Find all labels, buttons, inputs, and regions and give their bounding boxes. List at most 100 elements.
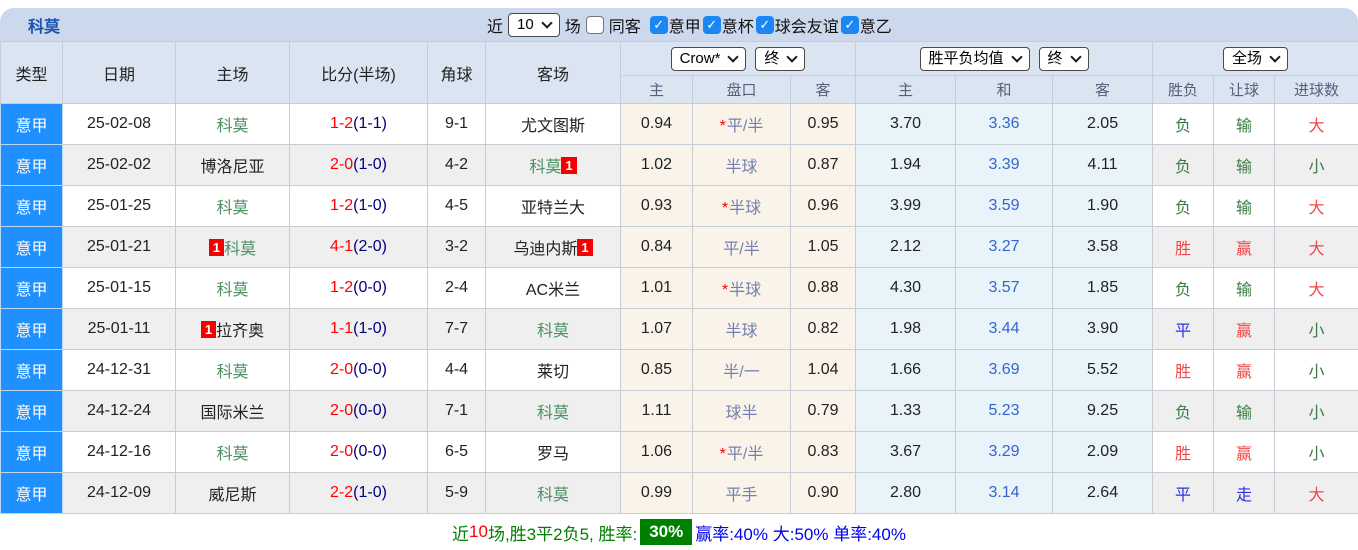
home-team-name: 科莫: [216, 118, 248, 135]
date-cell: 24-12-31: [63, 350, 176, 391]
avg-time-select[interactable]: 终: [1039, 47, 1089, 71]
corners-cell: 9-1: [428, 104, 486, 145]
result-cell: 胜: [1153, 350, 1214, 391]
league-label: 意乙: [860, 13, 892, 37]
fulltime-score: 2-2: [330, 484, 353, 501]
matches-label: 场: [565, 13, 581, 37]
halftime-score: (1-0): [353, 320, 387, 337]
score-cell: 2-0(0-0): [290, 432, 428, 473]
table-row: 意甲24-12-16科莫2-0(0-0)6-5罗马1.06*平/半0.833.6…: [1, 432, 1358, 473]
corners-cell: 6-5: [428, 432, 486, 473]
col-header-date: 日期: [63, 42, 176, 104]
away-team-cell: 莱切: [486, 350, 621, 391]
handicap-text: 半球: [729, 200, 761, 217]
table-body: 意甲25-02-08科莫1-2(1-1)9-1尤文图斯0.94*平/半0.953…: [1, 104, 1358, 514]
summary-segment-badge: 30%: [640, 519, 692, 545]
away-team-cell: 尤文图斯: [486, 104, 621, 145]
odds-time-select[interactable]: 终: [755, 47, 805, 71]
goals-result-cell: 小: [1275, 350, 1358, 391]
avg-draw-cell: 3.14: [956, 473, 1053, 514]
score-cell: 2-0(1-0): [290, 145, 428, 186]
league-cell: 意甲: [1, 350, 63, 391]
home-team-cell: 国际米兰: [176, 391, 290, 432]
halftime-score: (0-0): [353, 361, 387, 378]
avg-home-cell: 4.30: [856, 268, 956, 309]
odds-away-cell: 0.79: [791, 391, 856, 432]
league-cell: 意甲: [1, 432, 63, 473]
fulltime-score: 4-1: [330, 238, 353, 255]
handicap-result-cell: 赢: [1214, 432, 1275, 473]
col-header-corner: 角球: [428, 42, 486, 104]
table-row: 意甲25-01-15科莫1-2(0-0)2-4AC米兰1.01*半球0.884.…: [1, 268, 1358, 309]
home-team-cell: 博洛尼亚: [176, 145, 290, 186]
halftime-score: (2-0): [353, 238, 387, 255]
handicap-star: *: [722, 282, 728, 299]
handicap-result-cell: 输: [1214, 391, 1275, 432]
summary-segment-blue: 赢率:40% 大:50% 单率:40%: [695, 520, 906, 545]
odds-away-cell: 0.83: [791, 432, 856, 473]
league-label: 意杯: [722, 13, 754, 37]
handicap-text: 平/半: [723, 241, 759, 258]
red-card-badge: 1: [209, 239, 224, 256]
summary-footer: 近10场,胜3平2负5, 胜率:30%赢率:40% 大:50% 单率:40%: [0, 514, 1358, 550]
filter-controls: 近 10 场 同客 ✓意甲✓意杯✓球会友谊✓意乙: [487, 8, 899, 41]
handicap-cell: *平/半: [693, 432, 791, 473]
away-team-cell: 科莫1: [486, 145, 621, 186]
fulltime-score: 1-2: [330, 279, 353, 296]
goals-result-cell: 小: [1275, 432, 1358, 473]
near-label: 近: [487, 13, 503, 37]
bookmaker-select-value: Crow*: [680, 50, 721, 68]
league-cell: 意甲: [1, 268, 63, 309]
table-row: 意甲24-12-31科莫2-0(0-0)4-4莱切0.85半/一1.041.66…: [1, 350, 1358, 391]
league-checkbox[interactable]: ✓: [703, 16, 721, 34]
recent-matches-select[interactable]: 10: [508, 13, 560, 37]
odds-home-cell: 1.06: [621, 432, 693, 473]
goals-result-cell: 小: [1275, 309, 1358, 350]
summary-segment-red: 10: [469, 522, 488, 542]
handicap-result-cell: 输: [1214, 186, 1275, 227]
odds-home-cell: 1.07: [621, 309, 693, 350]
avg-away-cell: 2.05: [1053, 104, 1153, 145]
recent-matches-value: 10: [517, 16, 534, 34]
same-opponent-checkbox[interactable]: [586, 16, 604, 34]
fulltime-score: 1-2: [330, 197, 353, 214]
result-cell: 平: [1153, 473, 1214, 514]
away-team-name: 科莫: [529, 159, 561, 176]
away-team-name: 罗马: [537, 446, 569, 463]
goals-result-cell: 大: [1275, 473, 1358, 514]
league-checkbox[interactable]: ✓: [756, 16, 774, 34]
avg-home-cell: 1.66: [856, 350, 956, 391]
odds-time-select-value: 终: [764, 50, 779, 68]
home-team-name: 博洛尼亚: [200, 159, 264, 176]
goals-result-cell: 大: [1275, 104, 1358, 145]
odds-home-cell: 0.85: [621, 350, 693, 391]
bookmaker-select[interactable]: Crow*: [671, 47, 747, 71]
result-cell: 负: [1153, 145, 1214, 186]
table-row: 意甲25-02-02博洛尼亚2-0(1-0)4-2科莫11.02半球0.871.…: [1, 145, 1358, 186]
corners-cell: 3-2: [428, 227, 486, 268]
avg-type-select[interactable]: 胜平负均值: [920, 47, 1030, 71]
halftime-score: (1-1): [353, 115, 387, 132]
handicap-result-cell: 走: [1214, 473, 1275, 514]
odds-home-cell: 0.93: [621, 186, 693, 227]
avg-draw-cell: 3.59: [956, 186, 1053, 227]
table-row: 意甲24-12-09威尼斯2-2(1-0)5-9科莫0.99平手0.902.80…: [1, 473, 1358, 514]
league-checkbox[interactable]: ✓: [650, 16, 668, 34]
avg-away-cell: 3.58: [1053, 227, 1153, 268]
away-team-name: 科莫: [537, 487, 569, 504]
result-group-header: 全场: [1153, 42, 1358, 76]
score-cell: 2-0(0-0): [290, 350, 428, 391]
handicap-text: 平/半: [727, 118, 763, 135]
avg-draw-cell: 3.36: [956, 104, 1053, 145]
avg-home-cell: 1.94: [856, 145, 956, 186]
league-checkbox[interactable]: ✓: [841, 16, 859, 34]
odds-home-cell: 1.11: [621, 391, 693, 432]
avg-home-cell: 3.67: [856, 432, 956, 473]
handicap-text: 半球: [725, 159, 757, 176]
odds-home-cell: 0.99: [621, 473, 693, 514]
odds-away-cell: 0.95: [791, 104, 856, 145]
period-select[interactable]: 全场: [1223, 47, 1288, 71]
handicap-cell: 球半: [693, 391, 791, 432]
avg-draw-cell: 3.57: [956, 268, 1053, 309]
home-team-cell: 科莫: [176, 104, 290, 145]
